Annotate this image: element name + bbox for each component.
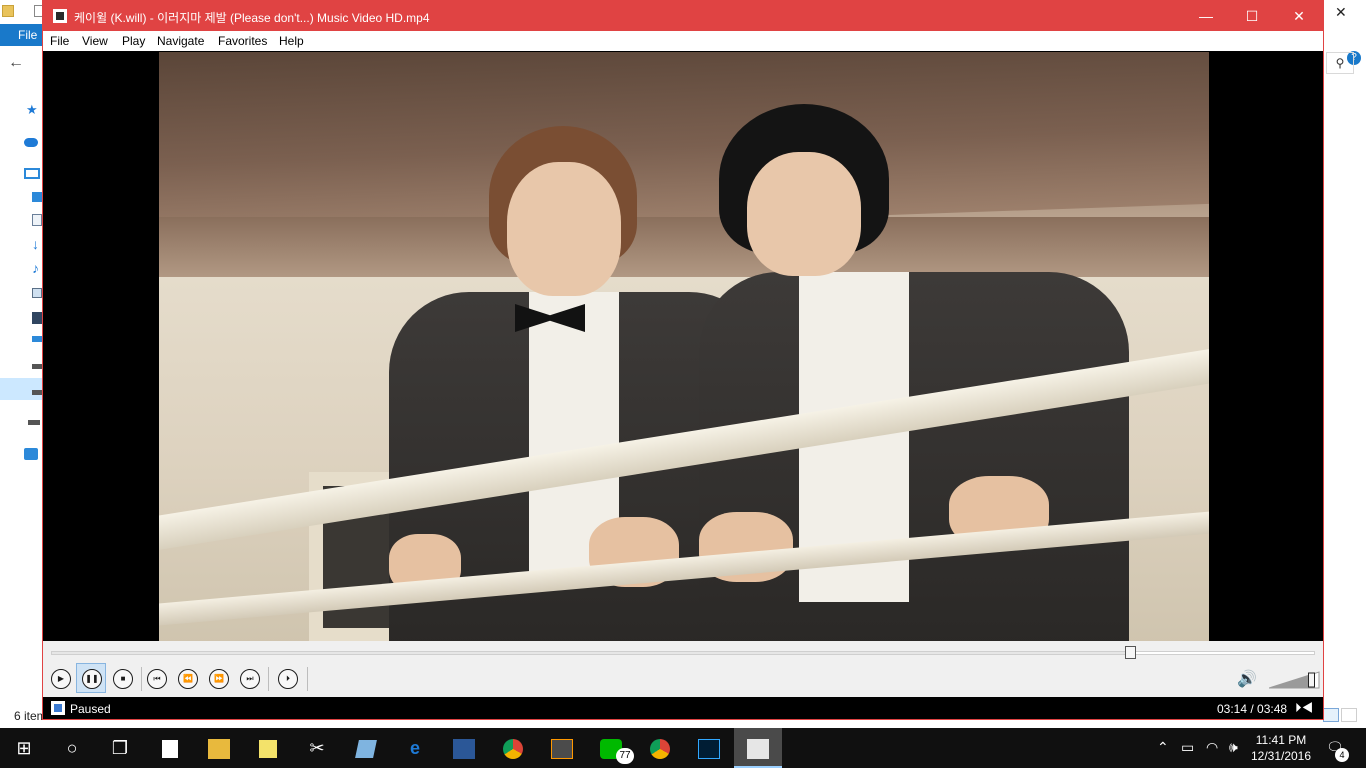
pause-icon[interactable]: ❚❚ (82, 669, 102, 689)
playback-status: Paused (70, 702, 111, 716)
local-disk-icon[interactable] (32, 336, 42, 342)
desktop-folder-icon[interactable] (32, 192, 42, 202)
word-icon[interactable] (440, 728, 488, 768)
sticky-notes-icon[interactable] (244, 728, 292, 768)
volume-speaker-icon[interactable]: 🔊 (1237, 669, 1257, 689)
close-button[interactable]: ✕ (1276, 1, 1322, 31)
menu-bar: File View Play Navigate Favorites Help (43, 31, 1323, 51)
window-title: 케이윌 (K.will) - 이러지마 제발 (Please don't...)… (74, 11, 430, 25)
frame-step-icon[interactable]: ⏵ (278, 669, 298, 689)
folder-icon (2, 5, 14, 17)
menu-play[interactable]: Play (122, 34, 145, 48)
quick-access-star-icon[interactable]: ★ (26, 103, 40, 116)
downloads-folder-icon[interactable]: ↓ (32, 237, 42, 251)
seek-bar[interactable] (51, 646, 1315, 659)
media-player-app-icon[interactable] (53, 9, 67, 23)
battery-icon[interactable]: ▭ (1181, 739, 1194, 756)
line-unread-badge: 77 (616, 748, 634, 764)
minimize-button[interactable]: — (1183, 1, 1229, 31)
next-icon[interactable]: ⏭ (240, 669, 260, 689)
volume-slider[interactable] (1269, 671, 1321, 689)
playback-controls: ▶ ❚❚ ■ ⏮ ⏪ ⏩ ⏭ ⏵ 🔊 (43, 641, 1323, 697)
menu-help[interactable]: Help (279, 34, 304, 48)
videos-folder-icon[interactable] (32, 312, 42, 324)
photoshop-icon[interactable] (685, 728, 733, 768)
task-view-icon[interactable]: ❐ (96, 728, 144, 768)
network-icon[interactable] (24, 448, 38, 460)
clock-time: 11:41 PM (1255, 733, 1307, 747)
seek-bar-thumb[interactable] (1124, 646, 1136, 659)
start-icon[interactable]: ⊞ (0, 728, 48, 768)
taskbar: ⊞ ○ ❐ ✂ e 77 ⌃ ▭ ◠ 🕪 11:41 PM 12/31/2016… (0, 728, 1366, 768)
drive-icon-2[interactable] (32, 390, 42, 395)
back-arrow-icon[interactable]: ← (8, 54, 24, 72)
cortana-icon[interactable]: ○ (48, 728, 96, 768)
file-explorer-icon[interactable] (195, 728, 243, 768)
menu-navigate[interactable]: Navigate (157, 34, 204, 48)
network-drive-icon[interactable] (28, 420, 40, 425)
seek-bar-fill (52, 652, 1130, 654)
status-bar: Paused 03:14 / 03:48 ⏵◀ (43, 697, 1323, 719)
media-player-classic-icon[interactable] (734, 728, 782, 768)
explorer-file-tab[interactable]: File (0, 24, 44, 46)
notes-app-icon[interactable] (342, 728, 390, 768)
selected-drive-item[interactable] (0, 378, 44, 400)
volume-tray-icon[interactable]: 🕪 (1229, 739, 1238, 756)
view-mode-buttons (1323, 708, 1363, 724)
previous-icon[interactable]: ⏮ (147, 669, 167, 689)
menu-file[interactable]: File (50, 34, 69, 48)
search-icon[interactable]: ⚲ (1326, 52, 1354, 74)
show-hidden-icons-icon[interactable]: ⌃ (1157, 739, 1169, 756)
sublime-text-icon[interactable] (538, 728, 586, 768)
rewind-icon[interactable]: ⏪ (178, 669, 198, 689)
this-pc-icon[interactable] (24, 168, 40, 179)
control-separator-2 (268, 667, 269, 691)
media-player-window: 케이윌 (K.will) - 이러지마 제발 (Please don't...)… (42, 0, 1324, 720)
playback-time: 03:14 / 03:48 (1217, 702, 1288, 716)
menu-view[interactable]: View (82, 34, 108, 48)
status-app-icon (51, 701, 65, 715)
explorer-close-button[interactable]: ✕ (1335, 4, 1347, 21)
stop-icon[interactable]: ■ (113, 669, 133, 689)
video-area[interactable] (43, 51, 1323, 641)
edge-icon[interactable]: e (391, 728, 439, 768)
large-icons-view-icon[interactable] (1341, 708, 1357, 722)
video-frame[interactable] (159, 52, 1209, 641)
store-icon[interactable] (146, 728, 194, 768)
chrome-icon-2[interactable] (636, 728, 684, 768)
documents-folder-icon[interactable] (32, 214, 42, 226)
clock-date: 12/31/2016 (1250, 749, 1312, 763)
chrome-icon[interactable] (489, 728, 537, 768)
onedrive-cloud-icon[interactable] (24, 138, 38, 147)
fast-forward-icon[interactable]: ⏩ (209, 669, 229, 689)
player-titlebar[interactable]: 케이윌 (K.will) - 이러지마 제발 (Please don't...)… (43, 1, 1323, 31)
control-separator-3 (307, 667, 308, 691)
audio-output-icon[interactable]: ⏵◀ (1295, 700, 1313, 716)
menu-favorites[interactable]: Favorites (218, 34, 267, 48)
pictures-folder-icon[interactable] (32, 288, 42, 298)
control-separator (141, 667, 142, 691)
notification-count-badge: 4 (1335, 748, 1349, 762)
drive-icon[interactable] (32, 364, 42, 369)
details-view-icon[interactable] (1323, 708, 1339, 722)
wifi-icon[interactable]: ◠ (1206, 739, 1218, 756)
clock[interactable]: 11:41 PM 12/31/2016 (1246, 732, 1316, 764)
play-icon[interactable]: ▶ (51, 669, 71, 689)
maximize-button[interactable]: ☐ (1229, 1, 1275, 31)
snipping-tool-icon[interactable]: ✂ (293, 728, 341, 768)
